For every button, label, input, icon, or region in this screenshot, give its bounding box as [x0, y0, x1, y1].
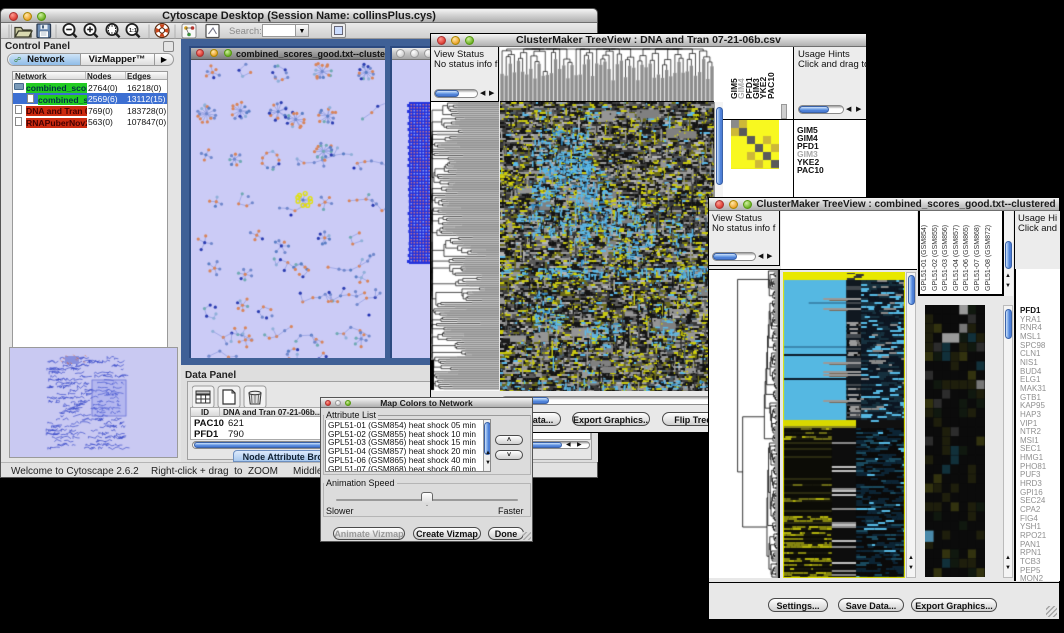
svg-text:1:1: 1:1: [129, 28, 137, 34]
